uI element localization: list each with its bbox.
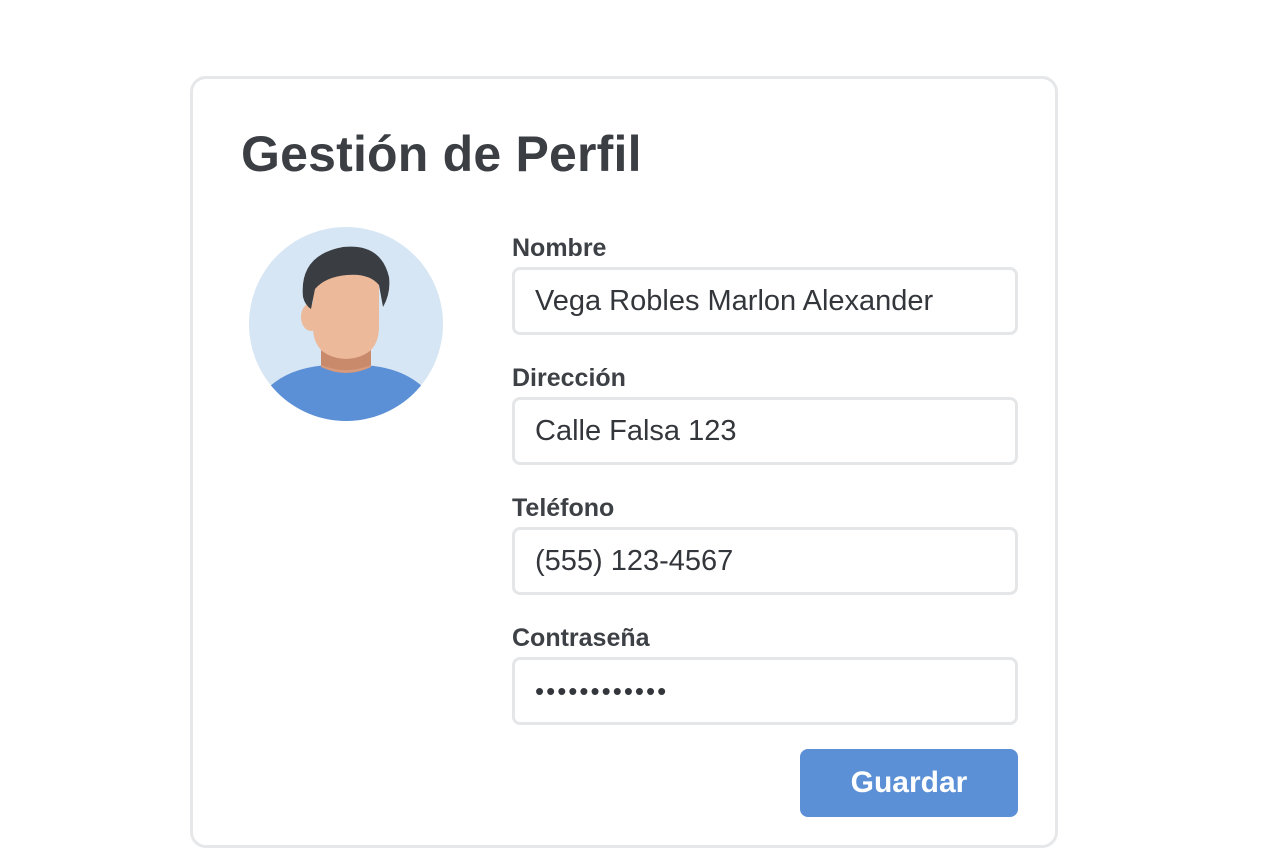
address-label: Dirección (512, 364, 626, 392)
phone-field[interactable] (512, 527, 1018, 595)
profile-card: Gestión de Perfil Nombre Dirección Teléf… (190, 76, 1058, 848)
phone-label: Teléfono (512, 494, 615, 522)
password-label: Contraseña (512, 624, 650, 652)
profile-form: Nombre Dirección Teléfono Contraseña (512, 229, 1018, 749)
page-title: Gestión de Perfil (241, 126, 642, 182)
avatar (249, 227, 443, 421)
password-field[interactable] (512, 657, 1018, 725)
name-label: Nombre (512, 234, 607, 262)
address-field[interactable] (512, 397, 1018, 465)
name-field[interactable] (512, 267, 1018, 335)
user-avatar-icon (249, 227, 443, 421)
save-button[interactable]: Guardar (800, 749, 1018, 817)
